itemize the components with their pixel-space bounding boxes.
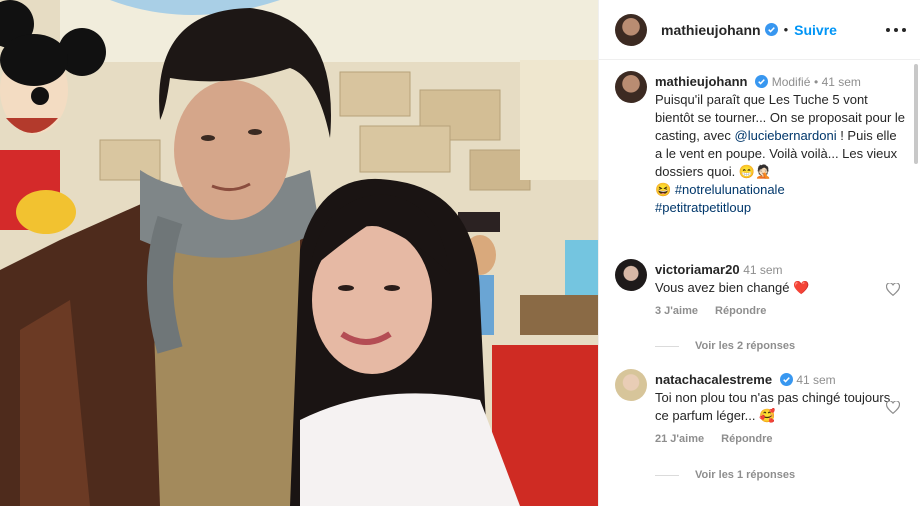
caption-mention[interactable]: @luciebernardoni <box>735 128 837 143</box>
author-avatar[interactable] <box>615 13 647 46</box>
comment-actions: 21 J'aime Répondre <box>655 433 906 445</box>
comment-item: victoriamar20 41 sem Vous avez bien chan… <box>615 249 906 317</box>
photo-image <box>0 0 598 506</box>
verified-badge-icon <box>755 75 769 88</box>
reply-button[interactable]: Répondre <box>721 433 772 445</box>
comment-time[interactable]: 41 sem <box>743 263 782 277</box>
comment-emoji: 🥰 <box>759 408 776 423</box>
separator-dot: • <box>783 22 789 37</box>
author-username[interactable]: mathieujohann <box>661 22 761 38</box>
caption-emoji: 😆 <box>655 182 675 197</box>
comment-avatar[interactable] <box>615 259 647 291</box>
comments-list[interactable]: mathieujohann Modifié • 41 sem Puisqu'il… <box>599 61 920 506</box>
post-caption: mathieujohann Modifié • 41 sem Puisqu'il… <box>615 61 906 217</box>
hashtag-link[interactable]: #notrelulunationale <box>675 182 785 197</box>
replies-divider <box>655 345 679 347</box>
view-replies-label[interactable]: Voir les 2 réponses <box>695 340 795 352</box>
reply-button[interactable]: Répondre <box>715 305 766 317</box>
comment-actions: 3 J'aime Répondre <box>655 305 906 317</box>
caption-time[interactable]: 41 sem <box>822 75 861 89</box>
caption-avatar[interactable] <box>615 71 647 103</box>
comment-avatar[interactable] <box>615 369 647 401</box>
comment-username[interactable]: natachacalestreme <box>655 372 772 387</box>
hashtag-link[interactable]: #petitratpetitloup <box>655 200 751 215</box>
view-replies-button[interactable]: Voir les 2 réponses <box>655 340 795 352</box>
follow-button[interactable]: Suivre <box>794 22 837 38</box>
comment-emoji: ❤️ <box>793 280 810 295</box>
separator-dot: • <box>814 75 822 89</box>
comment-likes[interactable]: 21 J'aime <box>655 433 704 445</box>
comment-username[interactable]: victoriamar20 <box>655 262 740 277</box>
verified-badge-icon <box>764 23 778 36</box>
replies-divider <box>655 474 679 476</box>
post-header: mathieujohann • Suivre <box>599 0 920 60</box>
post-details-panel: mathieujohann • Suivre mathieujohann Mod… <box>598 0 920 506</box>
caption-username[interactable]: mathieujohann <box>655 74 747 89</box>
comment-time[interactable]: 41 sem <box>796 373 835 387</box>
scrollbar[interactable] <box>914 64 918 164</box>
caption-edited: Modifié <box>771 75 811 89</box>
post-photo <box>0 0 598 506</box>
view-replies-label[interactable]: Voir les 1 réponses <box>695 469 795 481</box>
comment-likes[interactable]: 3 J'aime <box>655 305 698 317</box>
verified-badge-icon <box>779 373 793 386</box>
comment-text: Vous avez bien changé <box>655 280 794 295</box>
heart-icon[interactable] <box>886 401 900 414</box>
more-options-icon[interactable] <box>886 22 906 38</box>
view-replies-button[interactable]: Voir les 1 réponses <box>655 469 795 481</box>
comment-item: natachacalestreme 41 sem Toi non plou to… <box>615 359 906 445</box>
heart-icon[interactable] <box>886 283 900 296</box>
